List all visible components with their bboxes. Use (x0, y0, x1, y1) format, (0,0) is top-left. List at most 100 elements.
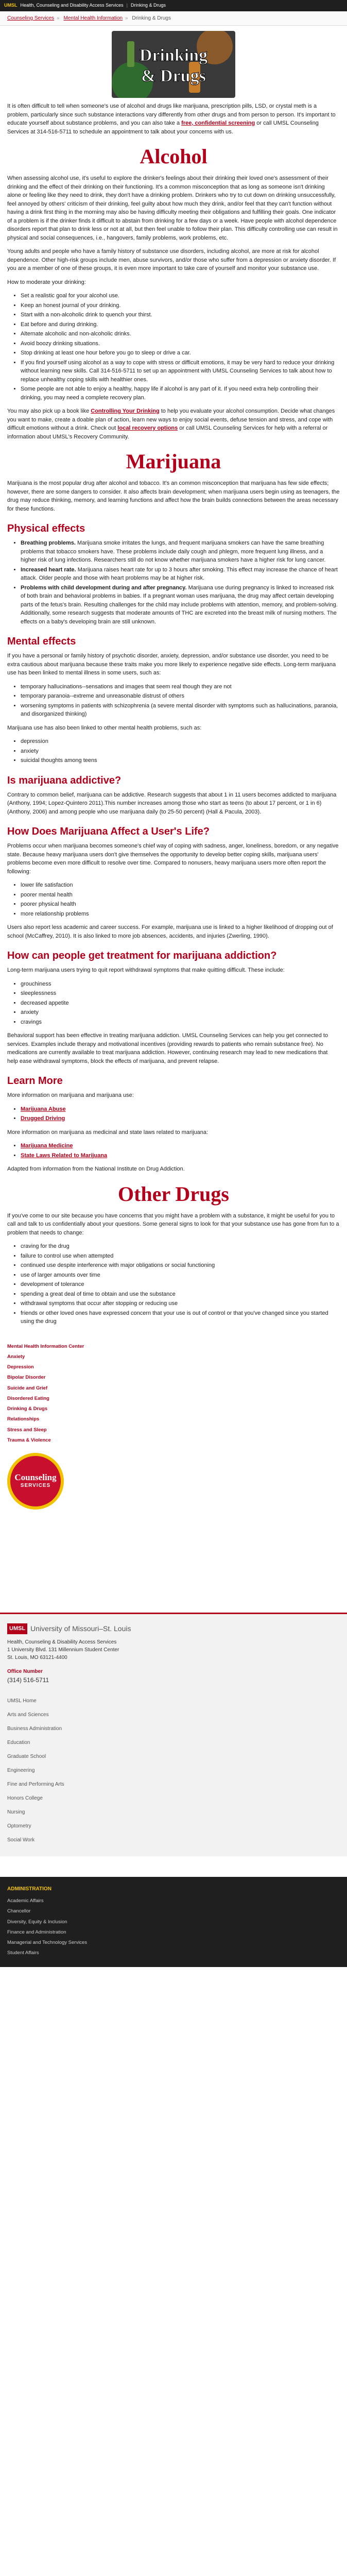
list-item: temporary paranoia--extreme and unreason… (21, 692, 340, 701)
footer-logo[interactable]: UMSL University of Missouri–St. Louis (7, 1623, 340, 1634)
sidebar-item-disordered-eating[interactable]: Disordered Eating (7, 1394, 340, 1404)
sidebar-item-stress-sleep[interactable]: Stress and Sleep (7, 1425, 340, 1435)
list-item: poorer mental health (21, 891, 340, 900)
footer-link[interactable]: Fine and Performing Arts (7, 1777, 340, 1791)
sidebar-item-drinking-drugs[interactable]: Drinking & Drugs (7, 1404, 340, 1414)
breadcrumb-counseling[interactable]: Counseling Services (7, 15, 54, 21)
mental-paragraph-1: If you have a personal or family history… (7, 653, 336, 676)
warning-signs-list: craving for the drug failure to control … (21, 1242, 340, 1326)
footer-link[interactable]: UMSL Home (7, 1694, 340, 1708)
life-paragraph-2: Users also report less academic and care… (7, 924, 333, 939)
sidebar-item-depression[interactable]: Depression (7, 1362, 340, 1372)
sidebar-item-mental-health[interactable]: Mental Health Information Center (7, 1342, 340, 1352)
treatment-heading: How can people get treatment for marijua… (7, 950, 277, 961)
nav-current[interactable]: Drinking & Drugs (131, 2, 166, 9)
hero-text-1: Drinking (140, 46, 207, 65)
list-item: Eat before and during drinking. (21, 320, 340, 329)
list-item: worsening symptoms in patients with schi… (21, 702, 340, 719)
moderation-list: Set a realistic goal for your alcohol us… (21, 292, 340, 402)
footer-link[interactable]: Social Work (7, 1833, 340, 1847)
list-item: Stop drinking at least one hour before y… (21, 349, 340, 358)
alcohol-paragraph-3: How to moderate your drinking: (7, 279, 86, 285)
other-drugs-heading: Other Drugs (118, 1182, 229, 1206)
list-item: withdrawal symptoms that occur after sto… (21, 1299, 340, 1308)
list-item-title: Increased heart rate. (21, 566, 76, 573)
physical-effects-list: Breathing problems. Marijuana smoke irri… (21, 539, 340, 626)
list-item: Drugged Driving (21, 1114, 340, 1123)
list-item: State Laws Related to Marijuana (21, 1151, 340, 1160)
list-item: craving for the drug (21, 1242, 340, 1251)
list-item: more relationship problems (21, 910, 340, 919)
footer-link[interactable]: Business Administration (7, 1722, 340, 1736)
list-item: spending a great deal of time to obtain … (21, 1290, 340, 1299)
list-item: Marijuana Abuse (21, 1105, 340, 1114)
state-laws-link[interactable]: State Laws Related to Marijuana (21, 1153, 107, 1159)
list-item: Problems with child development during a… (21, 584, 340, 626)
list-item: depression (21, 737, 340, 746)
recovery-options-link[interactable]: local recovery options (117, 425, 178, 431)
university-name: University of Missouri–St. Louis (30, 1624, 131, 1633)
drugged-driving-link[interactable]: Drugged Driving (21, 1115, 65, 1122)
physical-effects-heading: Physical effects (7, 523, 85, 534)
list-item: decreased appetite (21, 999, 340, 1008)
list-item: Set a realistic goal for your alcohol us… (21, 292, 340, 300)
admin-link[interactable]: Managerial and Technology Services (7, 1938, 340, 1948)
sidebar-item-trauma[interactable]: Trauma & Violence (7, 1435, 340, 1446)
footer: UMSL University of Missouri–St. Louis He… (0, 1613, 347, 1856)
footer-link[interactable]: Engineering (7, 1764, 340, 1777)
top-bar: UMSL Health, Counseling and Disability A… (0, 0, 347, 11)
breadcrumb-mental-health[interactable]: Mental Health Information (64, 15, 123, 21)
admin-link[interactable]: Finance and Administration (7, 1927, 340, 1938)
list-item: Breathing problems. Marijuana smoke irri… (21, 539, 340, 565)
sidebar-item-anxiety[interactable]: Anxiety (7, 1352, 340, 1362)
sidebar-item-relationships[interactable]: Relationships (7, 1414, 340, 1425)
list-item-title: Problems with child development during a… (21, 584, 187, 591)
admin-link[interactable]: Student Affairs (7, 1948, 340, 1958)
footer-link[interactable]: Arts and Sciences (7, 1708, 340, 1722)
list-item: cravings (21, 1018, 340, 1027)
screening-link[interactable]: free, confidential screening (181, 120, 255, 126)
alcohol-heading: Alcohol (140, 145, 207, 168)
umsl-mark: UMSL (7, 1623, 28, 1634)
phone-number[interactable]: (314) 516-5711 (7, 1675, 340, 1685)
intro-paragraph: It is often difficult to tell when someo… (7, 102, 340, 136)
list-item: grouchiness (21, 980, 340, 989)
footer-link[interactable]: Education (7, 1736, 340, 1750)
footer-link[interactable]: Graduate School (7, 1750, 340, 1764)
list-item: Start with a non-alcoholic drink to quen… (21, 311, 340, 319)
site-title[interactable]: Health, Counseling and Disability Access… (21, 2, 124, 9)
marijuana-heading: Marijuana (126, 450, 221, 473)
umsl-logo[interactable]: UMSL (4, 2, 18, 9)
list-item: use of larger amounts over time (21, 1271, 340, 1280)
life-effects-heading: How Does Marijuana Affect a User's Life? (7, 826, 210, 837)
admin-link[interactable]: Diversity, Equity & Inclusion (7, 1917, 340, 1927)
treatment-paragraph-2: Behavioral support has been effective in… (7, 1032, 328, 1064)
breadcrumb: Counseling Services » Mental Health Infor… (0, 11, 347, 26)
badge-line-1: Counseling (14, 1472, 57, 1482)
alcohol-paragraph-1: When assessing alcohol use, it's useful … (7, 175, 338, 241)
list-item: If you find yourself using alcohol as a … (21, 359, 340, 384)
list-item: anxiety (21, 1008, 340, 1017)
footer-link[interactable]: Optometry (7, 1819, 340, 1833)
breadcrumb-separator: » (125, 15, 128, 21)
learn-paragraph-2: More information on marijuana as medicin… (7, 1129, 209, 1136)
sidebar-nav: Mental Health Information Center Anxiety… (7, 1342, 340, 1446)
administration-heading: ADMINISTRATION (7, 1886, 51, 1892)
list-item: failure to control use when attempted (21, 1252, 340, 1261)
mental-problems-list: depression anxiety suicidal thoughts amo… (21, 737, 340, 765)
addictive-paragraph: Contrary to common belief, marijuana can… (7, 791, 337, 815)
sidebar-item-bipolar[interactable]: Bipolar Disorder (7, 1372, 340, 1383)
marijuana-medicine-link[interactable]: Marijuana Medicine (21, 1143, 73, 1149)
admin-link[interactable]: Academic Affairs (7, 1896, 340, 1906)
nav-separator: | (126, 3, 128, 8)
list-item: development of tolerance (21, 1280, 340, 1289)
footer-link[interactable]: Honors College (7, 1791, 340, 1805)
marijuana-abuse-link[interactable]: Marijuana Abuse (21, 1106, 66, 1112)
footer-link[interactable]: Nursing (7, 1805, 340, 1819)
alcohol-paragraph-4: You may also pick up a book like Control… (7, 407, 340, 441)
admin-link[interactable]: Chancellor (7, 1906, 340, 1917)
sidebar-item-suicide-grief[interactable]: Suicide and Grief (7, 1383, 340, 1394)
controlling-drinking-link[interactable]: Controlling Your Drinking (91, 408, 159, 414)
learn-links-list: Marijuana Abuse Drugged Driving (21, 1105, 340, 1123)
attribution: Adapted from information from the Nation… (7, 1166, 185, 1172)
